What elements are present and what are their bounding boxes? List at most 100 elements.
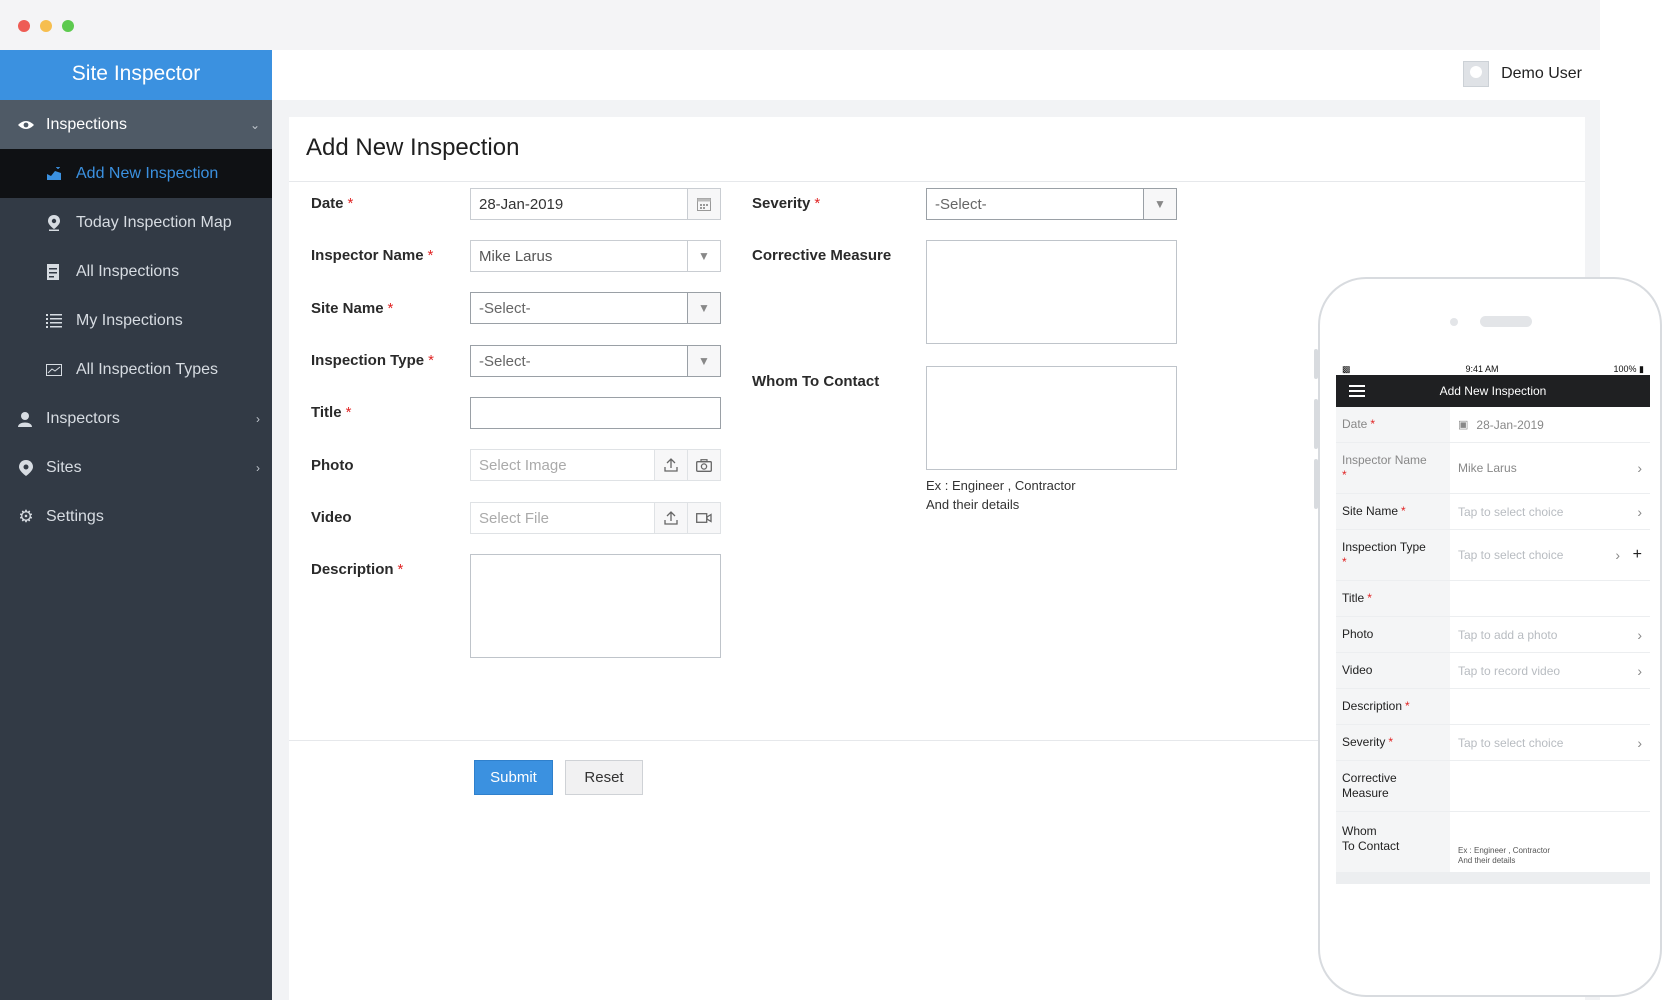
severity-select[interactable]: -Select- ▼ bbox=[926, 188, 1177, 220]
chart-add-icon bbox=[46, 166, 62, 182]
submit-button[interactable]: Submit bbox=[474, 760, 553, 795]
photo-field[interactable]: Select Image bbox=[470, 449, 721, 481]
top-bar: Demo User bbox=[272, 50, 1600, 100]
hamburger-menu-icon[interactable] bbox=[1349, 385, 1365, 397]
user-name: Demo User bbox=[1501, 65, 1582, 82]
description-label: Description * bbox=[311, 561, 404, 578]
phone-row-video[interactable]: Video Tap to record video › bbox=[1336, 653, 1650, 689]
eye-icon bbox=[18, 117, 34, 133]
inspection-type-label: Inspection Type * bbox=[311, 352, 434, 369]
app-title[interactable]: Site Inspector bbox=[0, 50, 272, 100]
phone-row-whom-to-contact[interactable]: Whom To Contact Ex : Engineer , Contracto… bbox=[1336, 812, 1650, 872]
phone-side-button bbox=[1314, 349, 1318, 379]
inspector-icon bbox=[18, 411, 34, 427]
sidebar-item-label: All Inspections bbox=[76, 262, 180, 280]
phone-header-title: Add New Inspection bbox=[1439, 384, 1547, 398]
phone-side-button bbox=[1314, 459, 1318, 509]
video-field[interactable]: Select File bbox=[470, 502, 721, 534]
phone-camera bbox=[1450, 318, 1458, 326]
phone-row-inspector-name[interactable]: Inspector Name * Mike Larus › bbox=[1336, 443, 1650, 494]
maximize-window-button[interactable] bbox=[62, 20, 74, 32]
phone-speaker bbox=[1480, 316, 1532, 327]
site-name-select[interactable]: -Select- ▼ bbox=[470, 292, 721, 324]
title-input[interactable] bbox=[470, 397, 721, 429]
phone-row-corrective-measure[interactable]: Corrective Measure bbox=[1336, 761, 1650, 812]
whom-to-contact-textarea[interactable] bbox=[926, 366, 1177, 470]
sidebar-item-settings[interactable]: ⚙ Settings bbox=[0, 492, 272, 541]
phone-row-title[interactable]: Title * bbox=[1336, 581, 1650, 617]
phone-row-date[interactable]: Date * ▣ 28-Jan-2019 bbox=[1336, 407, 1650, 443]
sidebar-item-label: Settings bbox=[46, 507, 104, 525]
sidebar-item-label: All Inspection Types bbox=[76, 360, 219, 378]
chevron-right-icon: › bbox=[256, 411, 260, 426]
close-window-button[interactable] bbox=[18, 20, 30, 32]
map-pin-icon bbox=[46, 214, 62, 231]
chevron-right-icon: › bbox=[256, 460, 260, 475]
sidebar-item-all-inspections[interactable]: All Inspections bbox=[0, 247, 272, 296]
corrective-measure-label: Corrective Measure bbox=[752, 247, 892, 264]
location-icon bbox=[18, 459, 34, 476]
sidebar-item-my-inspections[interactable]: My Inspections bbox=[0, 296, 272, 345]
description-textarea[interactable] bbox=[470, 554, 721, 658]
whom-to-contact-label: Whom To Contact bbox=[752, 373, 880, 390]
phone-mockup: ▩ 9:41 AM 100% ▮ Add New Inspection Date… bbox=[1314, 277, 1662, 997]
title-label: Title * bbox=[311, 404, 352, 421]
camera-icon[interactable] bbox=[687, 450, 720, 480]
plus-icon[interactable]: + bbox=[1633, 546, 1642, 564]
sidebar-item-label: Inspectors bbox=[46, 409, 120, 427]
sidebar: Site Inspector Inspections ⌄ Add New Ins… bbox=[0, 50, 272, 1000]
minimize-window-button[interactable] bbox=[40, 20, 52, 32]
sidebar-item-add-new-inspection[interactable]: Add New Inspection bbox=[0, 149, 272, 198]
date-label: Date * bbox=[311, 195, 354, 212]
phone-row-site-name[interactable]: Site Name * Tap to select choice › bbox=[1336, 494, 1650, 530]
page-title: Add New Inspection bbox=[306, 134, 520, 161]
caret-down-icon: ▼ bbox=[687, 241, 720, 271]
calendar-icon: ▣ bbox=[1458, 419, 1469, 431]
gear-icon: ⚙ bbox=[18, 506, 34, 526]
date-field[interactable]: 28-Jan-2019 bbox=[470, 188, 721, 220]
sidebar-item-label: Inspections bbox=[46, 115, 127, 133]
phone-screen: ▩ 9:41 AM 100% ▮ Add New Inspection Date… bbox=[1336, 363, 1650, 915]
phone-side-button bbox=[1314, 399, 1318, 449]
sidebar-item-all-inspection-types[interactable]: All Inspection Types bbox=[0, 345, 272, 394]
corrective-measure-textarea[interactable] bbox=[926, 240, 1177, 344]
sidebar-item-inspections[interactable]: Inspections ⌄ bbox=[0, 100, 272, 149]
inspector-name-label: Inspector Name * bbox=[311, 247, 434, 264]
chevron-right-icon: › bbox=[1615, 547, 1620, 563]
phone-status-bar: ▩ 9:41 AM 100% ▮ bbox=[1336, 363, 1650, 375]
caret-down-icon: ▼ bbox=[687, 293, 720, 323]
user-menu[interactable]: Demo User bbox=[1463, 61, 1582, 87]
video-label: Video bbox=[311, 509, 352, 526]
sidebar-item-today-inspection-map[interactable]: Today Inspection Map bbox=[0, 198, 272, 247]
inspector-name-select[interactable]: Mike Larus ▼ bbox=[470, 240, 721, 272]
phone-row-description[interactable]: Description * bbox=[1336, 689, 1650, 725]
inspection-type-select[interactable]: -Select- ▼ bbox=[470, 345, 721, 377]
chevron-right-icon: › bbox=[1637, 734, 1642, 751]
whom-to-contact-hint: Ex : Engineer , Contractor And their det… bbox=[926, 478, 1076, 512]
phone-row-photo[interactable]: Photo Tap to add a photo › bbox=[1336, 617, 1650, 653]
chevron-right-icon: › bbox=[1637, 662, 1642, 679]
chevron-down-icon: ⌄ bbox=[249, 117, 260, 132]
phone-row-inspection-type[interactable]: Inspection Type * Tap to select choice › + bbox=[1336, 530, 1650, 581]
sidebar-item-label: Today Inspection Map bbox=[76, 213, 232, 231]
sidebar-item-label: Sites bbox=[46, 458, 82, 476]
severity-label: Severity * bbox=[752, 195, 821, 212]
video-camera-icon[interactable] bbox=[687, 503, 720, 533]
upload-icon[interactable] bbox=[654, 450, 687, 480]
reset-button[interactable]: Reset bbox=[565, 760, 643, 795]
document-list-icon bbox=[46, 263, 62, 280]
upload-icon[interactable] bbox=[654, 503, 687, 533]
sidebar-item-inspectors[interactable]: Inspectors › bbox=[0, 394, 272, 443]
phone-whom-hint: Ex : Engineer , Contractor bbox=[1458, 846, 1551, 855]
phone-row-severity[interactable]: Severity * Tap to select choice › bbox=[1336, 725, 1650, 761]
chevron-right-icon: › bbox=[1637, 460, 1642, 476]
signal-icon: ▩ bbox=[1342, 363, 1351, 374]
battery-indicator: 100% ▮ bbox=[1613, 363, 1644, 374]
phone-whom-hint: And their details bbox=[1458, 856, 1516, 865]
site-name-label: Site Name * bbox=[311, 300, 394, 317]
phone-header: Add New Inspection bbox=[1336, 375, 1650, 407]
chevron-right-icon: › bbox=[1637, 503, 1642, 520]
calendar-icon[interactable] bbox=[687, 189, 720, 219]
sidebar-item-sites[interactable]: Sites › bbox=[0, 443, 272, 492]
photo-label: Photo bbox=[311, 457, 354, 474]
